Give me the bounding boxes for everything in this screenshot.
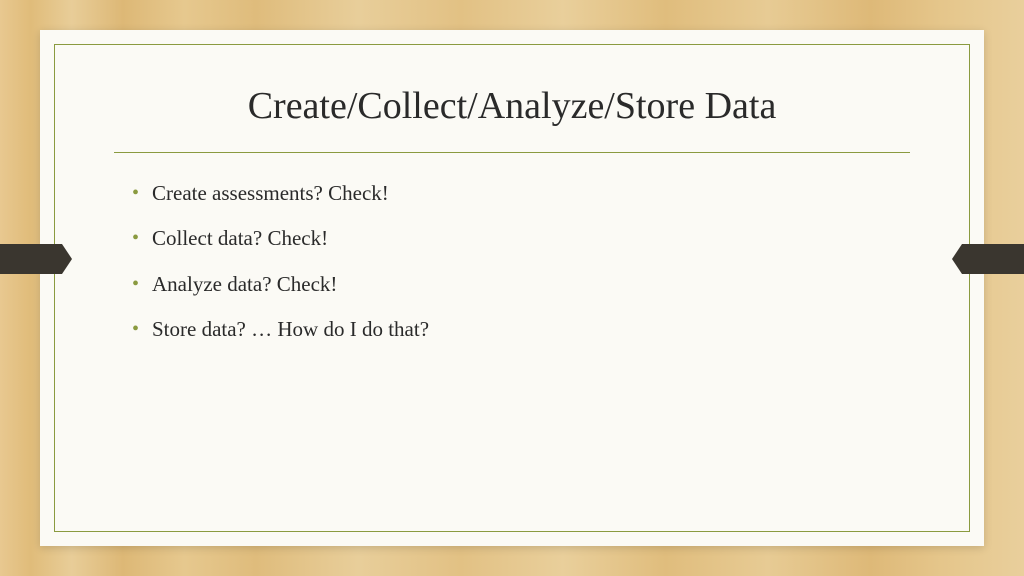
ribbon-right-decoration: [962, 244, 1024, 274]
slide-content: Create/Collect/Analyze/Store Data Create…: [54, 44, 970, 532]
bullet-list: Create assessments? Check! Collect data?…: [114, 179, 910, 345]
slide-card: Create/Collect/Analyze/Store Data Create…: [40, 30, 984, 546]
slide-background: Create/Collect/Analyze/Store Data Create…: [0, 0, 1024, 576]
bullet-item: Analyze data? Check!: [132, 270, 910, 299]
title-divider: [114, 152, 910, 153]
bullet-item: Collect data? Check!: [132, 224, 910, 253]
slide-title: Create/Collect/Analyze/Store Data: [114, 84, 910, 128]
bullet-item: Store data? … How do I do that?: [132, 315, 910, 344]
ribbon-left-decoration: [0, 244, 62, 274]
bullet-item: Create assessments? Check!: [132, 179, 910, 208]
